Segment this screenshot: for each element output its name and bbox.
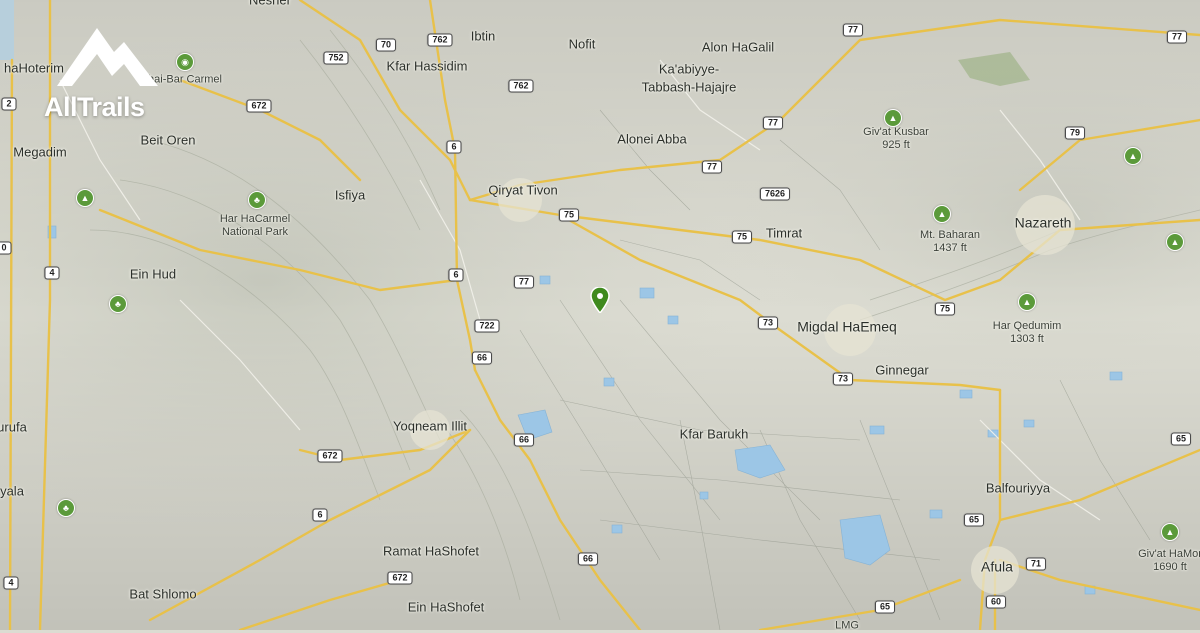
campground-icon[interactable]: ▲: [1161, 523, 1179, 541]
campground-icon[interactable]: ▲: [1018, 293, 1036, 311]
mountain-logo-icon: [57, 28, 158, 86]
brand-name: AllTrails: [44, 92, 145, 122]
tree-icon[interactable]: ♣: [109, 295, 127, 313]
campground-icon[interactable]: ▲: [1124, 147, 1142, 165]
campground-icon[interactable]: ▲: [76, 189, 94, 207]
tree-icon[interactable]: ♣: [248, 191, 266, 209]
alltrails-logo[interactable]: AllTrails: [44, 20, 174, 130]
campground-icon[interactable]: ▲: [884, 109, 902, 127]
campground-icon[interactable]: ▲: [1166, 233, 1184, 251]
tree-icon[interactable]: ♣: [57, 499, 75, 517]
campground-icon[interactable]: ▲: [933, 205, 951, 223]
camera-icon[interactable]: ◉: [176, 53, 194, 71]
sea: [0, 0, 14, 60]
trail-location-pin-icon[interactable]: [590, 287, 610, 313]
map-canvas[interactable]: [0, 0, 1200, 630]
